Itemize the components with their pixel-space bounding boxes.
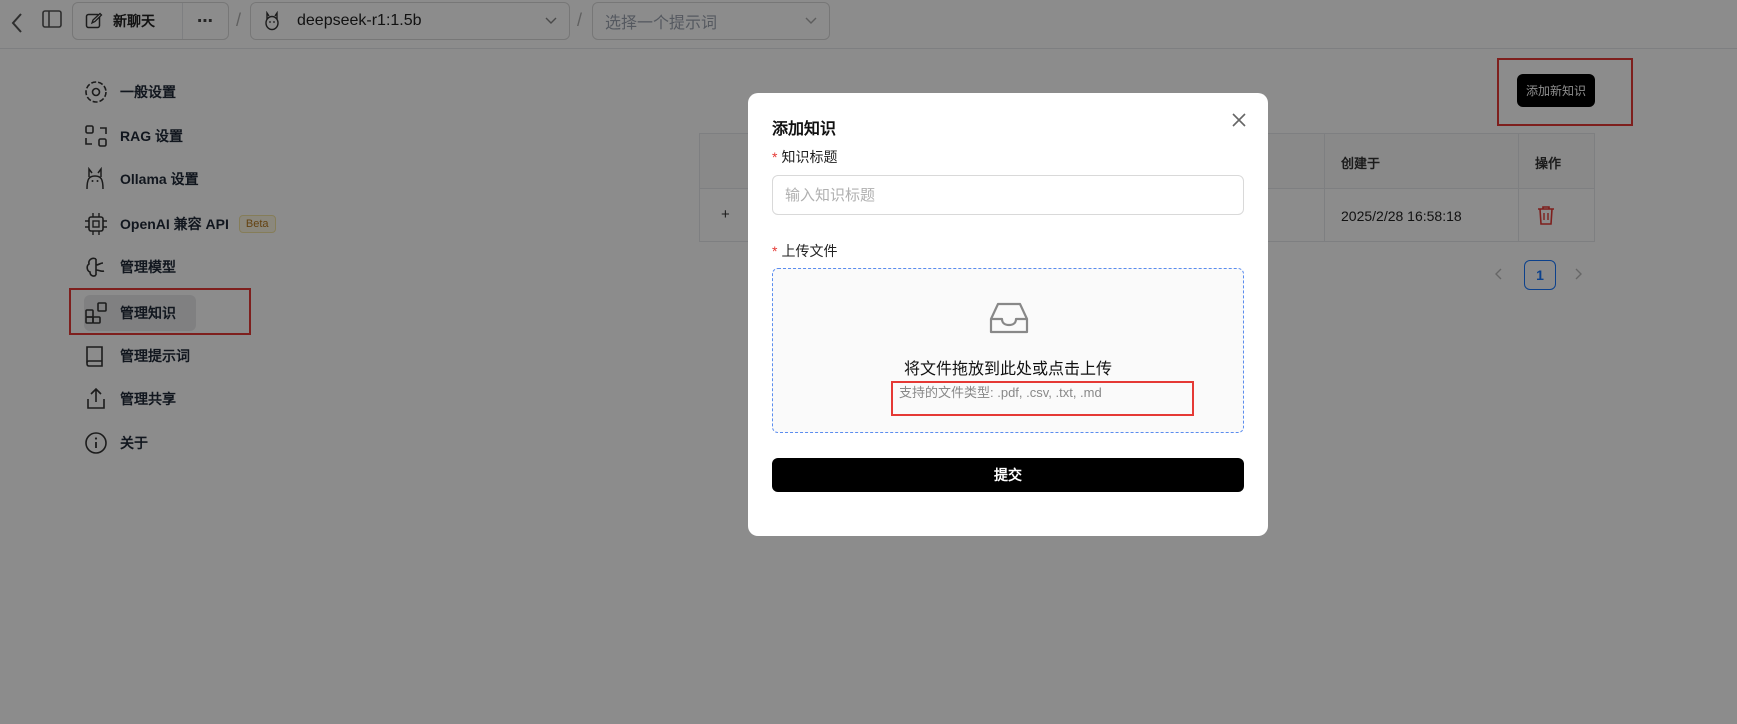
required-mark: * xyxy=(772,243,778,259)
required-mark: * xyxy=(772,149,778,165)
knowledge-title-input[interactable] xyxy=(772,175,1244,215)
dropzone-text: 将文件拖放到此处或点击上传 xyxy=(903,361,1112,378)
upload-field-label-text: 上传文件 xyxy=(781,243,838,259)
file-dropzone[interactable]: 将文件拖放到此处或点击上传 支持的文件类型: .pdf, .csv, .txt,… xyxy=(772,268,1244,433)
close-icon[interactable] xyxy=(1232,113,1246,127)
highlight-box xyxy=(891,381,1194,416)
title-field-label: * 知识标题 xyxy=(772,147,837,167)
modal-title: 添加知识 xyxy=(772,121,837,138)
submit-button[interactable]: 提交 xyxy=(772,458,1244,492)
add-knowledge-modal: 添加知识 *知识标题 *上传文件 将文件拖放到此处或点击上传 支持的文件类型: … xyxy=(748,93,1268,536)
inbox-icon xyxy=(989,301,1029,335)
upload-field-label: * 上传文件 xyxy=(772,241,837,261)
title-field-label-text: 知识标题 xyxy=(781,149,838,165)
